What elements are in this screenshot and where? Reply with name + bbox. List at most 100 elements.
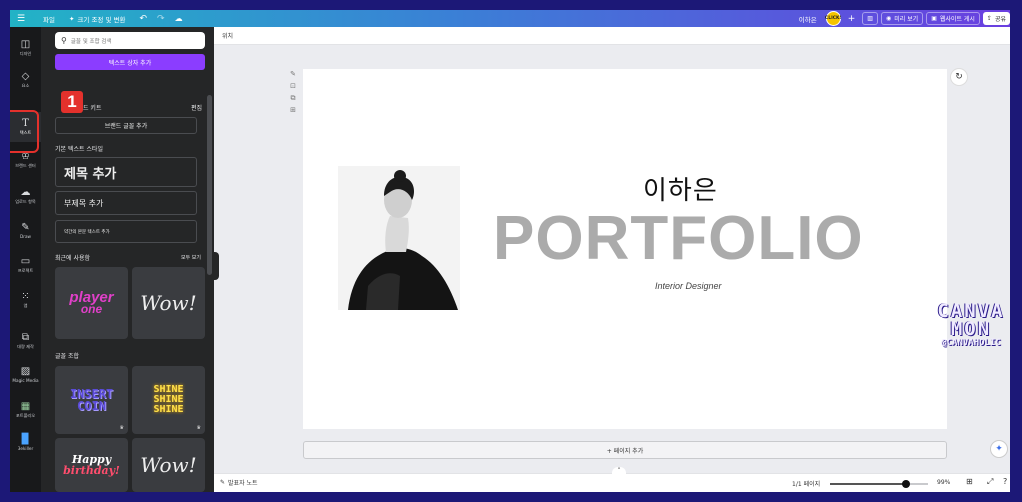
rail-label: 포트폴리오 — [15, 412, 36, 418]
search-input[interactable]: ⚲ 글꼴 및 조합 검색 — [55, 32, 205, 49]
brand-icon: ♔ — [21, 150, 30, 162]
rail-label: 앱 — [23, 302, 28, 308]
design-icon: ◫ — [20, 38, 31, 50]
add-page-button[interactable]: + 페이지 추가 — [303, 441, 947, 459]
resize-menu[interactable]: ✦ 크기 조정 및 변환 — [64, 10, 131, 27]
menu-button[interactable]: ☰ — [10, 10, 32, 27]
search-placeholder: 글꼴 및 조합 검색 — [70, 38, 112, 45]
expand-pages-button[interactable]: ˄ — [612, 467, 626, 475]
zoom-slider[interactable] — [830, 480, 928, 488]
top-bar: ☰ 파일 ✦ 크기 조정 및 변환 ↶ ↷ ☁ 이하은 CLICK! + ▥ ◉… — [10, 10, 1010, 27]
font-combos-label: 글꼴 조합 — [55, 353, 79, 360]
rail-item-elements[interactable]: ◇ 요소 — [10, 65, 41, 95]
rail-item-uploads[interactable]: ☁ 업로드 항목 — [10, 181, 41, 211]
rail-item-draw[interactable]: ✎ Draw — [10, 216, 41, 246]
see-all-link[interactable]: 모두 보기 — [181, 254, 201, 261]
rail-item-design[interactable]: ◫ 디자인 — [10, 33, 41, 63]
share-button[interactable]: ⇪ 공유 — [982, 12, 1010, 25]
crown-icon: ♛ — [196, 425, 201, 431]
tile-text: Wow! — [140, 453, 197, 477]
hamburger-icon: ☰ — [16, 13, 26, 24]
zoom-percent[interactable]: 99% — [937, 479, 950, 486]
redo-icon: ↷ — [157, 13, 165, 24]
notes-icon: ✎ — [220, 479, 226, 486]
save-status[interactable]: ☁ — [170, 10, 188, 27]
bulk-create-icon: ⧉ — [21, 331, 30, 343]
rail-label: 업로드 항목 — [15, 198, 36, 204]
page-counter[interactable]: 1/1 페이지 — [792, 479, 820, 488]
share-icon: ⇪ — [986, 15, 992, 22]
redo-button[interactable]: ↷ — [152, 10, 170, 27]
file-menu[interactable]: 파일 — [38, 10, 60, 27]
rail-label: 디자인 — [19, 50, 32, 56]
canvamon-watermark: CANVA MON @CANVAHOLIC — [928, 302, 1010, 350]
panel-scrollbar[interactable] — [207, 95, 212, 275]
rail-item-magic-media[interactable]: ▨ Magic Media — [10, 360, 41, 390]
add-textbox-button[interactable]: 텍스트 상자 추가 — [55, 54, 205, 70]
preview-label: 미리 보기 — [894, 16, 919, 23]
rail-label: 브랜드 센터 — [15, 162, 36, 168]
zoom-slider-knob[interactable] — [901, 480, 910, 488]
add-brand-font-button[interactable]: 브랜드 글꼴 추가 — [55, 117, 197, 134]
notes-icon[interactable]: ✎ — [288, 70, 298, 82]
text-panel: ⚲ 글꼴 및 조합 검색 텍스트 상자 추가 1 드 키트 편집 브랜드 글꼴 … — [41, 27, 214, 492]
rail-item-portfolio[interactable]: ▦ 포트폴리오 — [10, 395, 41, 425]
add-subheading-button[interactable]: 부제목 추가 — [55, 191, 197, 215]
refresh-icon: ↻ — [955, 72, 963, 82]
magic-assistant-button[interactable]: ✦ — [990, 440, 1008, 458]
magic-media-icon: ▨ — [20, 365, 31, 377]
publish-website-button[interactable]: ▣ 웹사이트 게시 — [926, 12, 980, 25]
font-tile-shine[interactable]: SHINE SHINE SHINE ♛ — [132, 366, 205, 434]
app-tile-icon: ▉ — [21, 433, 30, 445]
add-heading-button[interactable]: 제목 추가 — [55, 157, 197, 187]
website-icon: ▣ — [931, 15, 937, 22]
font-tile-wow-2[interactable]: Wow! — [132, 438, 205, 492]
tile-text: Wow! — [140, 291, 197, 315]
add-page-icon[interactable]: ⊞ — [288, 106, 298, 118]
fullscreen-icon[interactable]: ⤢ — [987, 477, 993, 487]
portrait-photo[interactable] — [338, 166, 460, 310]
rail-item-apps[interactable]: ⁙ 앱 — [10, 285, 41, 315]
bottom-bar: ✎ 발표자 노트 ˄ 1/1 페이지 99% ⊞ ⤢ ? — [214, 467, 1010, 492]
publish-label: 웹사이트 게시 — [939, 16, 975, 23]
rail-label: 프로젝트 — [17, 267, 34, 273]
add-body-text-button[interactable]: 약간의 본문 텍스트 추가 — [55, 220, 197, 243]
rail-item-3ekiller[interactable]: ▉ 3ekiller — [10, 428, 41, 458]
font-tile-insert-coin[interactable]: INSERT COIN ♛ — [55, 366, 128, 434]
insights-button[interactable]: ▥ — [862, 12, 878, 25]
portfolio-icon: ▦ — [20, 400, 31, 412]
rail-item-projects[interactable]: ▭ 프로젝트 — [10, 250, 41, 280]
font-tile-happy-birthday[interactable]: Happy birthday! — [55, 438, 128, 492]
collapse-panel-handle[interactable] — [212, 252, 219, 280]
notes-button[interactable]: ✎ 발표자 노트 — [220, 478, 258, 487]
avatar[interactable]: CLICK! — [825, 11, 842, 26]
rotate-refresh-button[interactable]: ↻ — [950, 68, 968, 86]
font-tile-wow[interactable]: Wow! — [132, 267, 205, 339]
design-page[interactable]: 이하은 PORTFOLIO Interior Designer — [303, 69, 947, 429]
rail-label: Draw — [20, 233, 31, 239]
folder-icon: ▭ — [20, 255, 31, 267]
font-tile-player-one[interactable]: player one — [55, 267, 128, 339]
duplicate-icon[interactable]: ⧉ — [288, 94, 298, 106]
portfolio-title[interactable]: PORTFOLIO — [493, 203, 864, 274]
elements-icon: ◇ — [21, 70, 30, 82]
add-collaborator-button[interactable]: + — [848, 14, 856, 24]
rail-item-bulk-create[interactable]: ⧉ 대량 제작 — [10, 326, 41, 356]
position-button[interactable]: 위치 — [222, 31, 233, 40]
grid-view-icon[interactable]: ⊞ — [966, 477, 973, 486]
help-icon[interactable]: ? — [1003, 477, 1007, 486]
undo-button[interactable]: ↶ — [134, 10, 152, 27]
rail-label: 3ekiller — [17, 445, 34, 451]
sparkle-icon: ✦ — [995, 444, 1003, 454]
portfolio-subtitle[interactable]: Interior Designer — [655, 281, 722, 291]
signature-text[interactable]: 이하은 — [643, 170, 718, 207]
zoom-slider-fill — [830, 483, 906, 485]
brand-kit-label: 드 키트 — [83, 105, 102, 112]
edit-link[interactable]: 편집 — [191, 103, 202, 112]
default-styles-label: 기본 텍스트 스타일 — [55, 146, 103, 153]
tile-text: birthday! — [63, 464, 120, 477]
preview-button[interactable]: ◉ 미리 보기 — [880, 12, 924, 25]
lock-icon[interactable]: ⊡ — [288, 82, 298, 94]
rail-label: 대량 제작 — [17, 343, 34, 349]
outer-frame: ☰ 파일 ✦ 크기 조정 및 변환 ↶ ↷ ☁ 이하은 CLICK! + ▥ ◉… — [0, 0, 1022, 502]
